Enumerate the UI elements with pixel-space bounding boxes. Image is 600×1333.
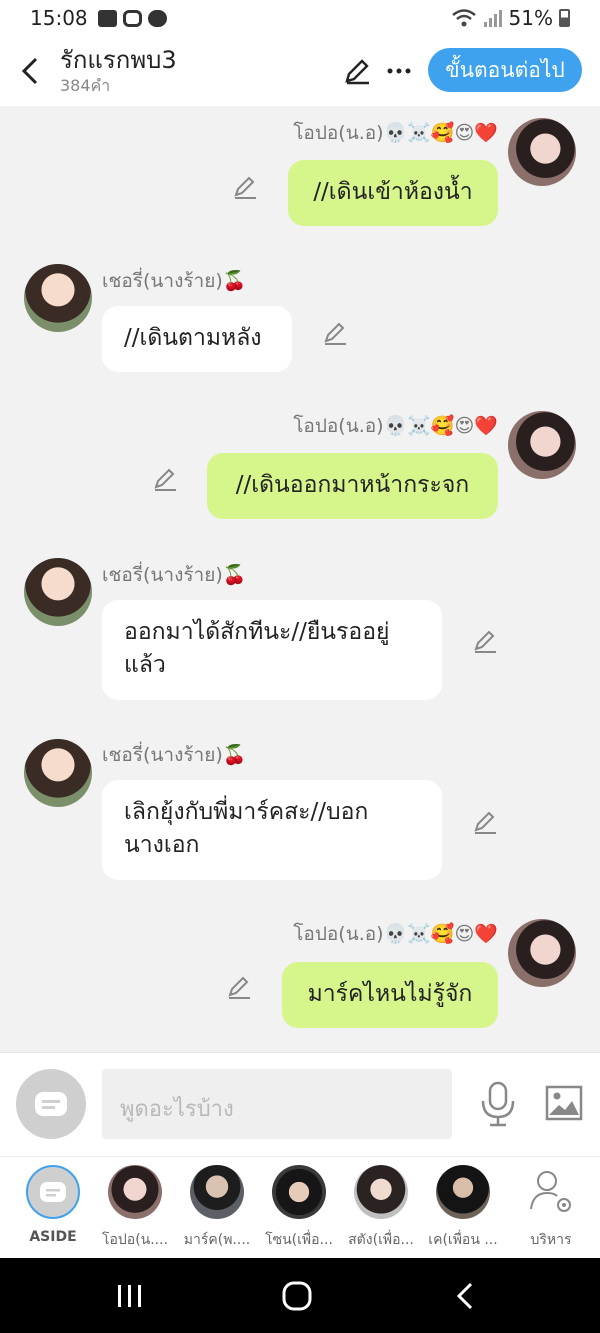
message-bubble[interactable]: //เดินเข้าห้องน้ำ (288, 160, 498, 226)
tab-aside[interactable]: ASIDE (12, 1165, 94, 1257)
tab-label: โอปอ(น.... (101, 1232, 169, 1248)
back-button[interactable] (0, 36, 60, 106)
image-icon[interactable] (545, 1085, 583, 1121)
status-time: 15:08 (30, 6, 88, 30)
message-bubble[interactable]: เลิกยุ้งกับพี่มาร์คสะ//บอกนางเอก (102, 780, 442, 880)
system-nav-bar (0, 1258, 600, 1333)
avatar[interactable] (508, 919, 576, 987)
aside-toggle-button[interactable] (16, 1069, 86, 1139)
sender-name: เชอรี่(นางร้าย)🍒 (102, 744, 247, 766)
tab-character[interactable]: สตัง(เพื่อ... (340, 1165, 422, 1257)
message-input[interactable]: พูดอะไรบ้าง (102, 1069, 452, 1139)
edit-message-icon[interactable] (322, 320, 348, 346)
character-tab-bar: ASIDE โอปอ(น.... มาร์ค(พ.... โซน(เพื่อ..… (0, 1156, 600, 1258)
more-button[interactable] (384, 36, 414, 106)
avatar (354, 1165, 408, 1219)
tab-label: สตัง(เพื่อ... (348, 1232, 414, 1248)
more-icon (387, 68, 411, 74)
user-settings-icon (530, 1171, 571, 1212)
sender-name: เชอรี่(นางร้าย)🍒 (102, 564, 247, 586)
tab-character[interactable]: มาร์ค(พ.... (176, 1165, 258, 1257)
message-bubble[interactable]: //เดินตามหลัง (102, 306, 292, 372)
sender-name: โอปอ(น.อ)💀☠️🥰😍❤️ (293, 122, 498, 144)
avatar[interactable] (24, 739, 92, 807)
page-title: รักแรกพบ3 (60, 46, 177, 74)
microphone-icon[interactable] (478, 1081, 518, 1127)
edit-message-icon[interactable] (232, 174, 258, 200)
edit-button[interactable] (340, 36, 374, 106)
avatar (108, 1165, 162, 1219)
back-nav-icon[interactable] (455, 1282, 475, 1310)
pencil-icon (345, 59, 369, 85)
word-count: 384คำ (60, 76, 111, 95)
chat-bubble-icon (26, 1165, 80, 1219)
sender-name: โอปอ(น.อ)💀☠️🥰😍❤️ (293, 923, 498, 945)
chat-bubble-icon (35, 1092, 67, 1116)
edit-message-icon[interactable] (472, 809, 498, 835)
avatar (190, 1165, 244, 1219)
avatar[interactable] (508, 118, 576, 186)
edit-message-icon[interactable] (152, 466, 178, 492)
avatar[interactable] (508, 411, 576, 479)
tab-character[interactable]: โอปอ(น.... (94, 1165, 176, 1257)
edit-message-icon[interactable] (226, 974, 252, 1000)
signal-icon (483, 10, 502, 27)
tab-label: เค(เพื่อน ... (428, 1232, 498, 1248)
tab-manage[interactable]: บริหาร (510, 1165, 592, 1257)
message-bubble[interactable]: มาร์คไหนไม่รู้จัก (282, 962, 498, 1028)
status-bar: 15:08 51% (0, 0, 600, 36)
tab-character[interactable]: เค(เพื่อน ... (422, 1165, 504, 1257)
tab-label: บริหาร (530, 1232, 572, 1248)
instagram-icon (122, 9, 142, 27)
avatar (436, 1165, 490, 1219)
status-right: 51% (451, 6, 570, 30)
avatar (272, 1165, 326, 1219)
gallery-icon (97, 9, 117, 27)
message-input-bar: พูดอะไรบ้าง (0, 1052, 600, 1156)
tab-label: โซน(เพื่อ... (265, 1232, 333, 1248)
status-notification-icons (97, 9, 167, 27)
line-app-icon (147, 9, 167, 27)
battery-percent: 51% (508, 6, 553, 30)
edit-message-icon[interactable] (472, 628, 498, 654)
recent-apps-icon[interactable] (116, 1284, 144, 1308)
tab-label: มาร์ค(พ.... (183, 1232, 251, 1248)
chat-area[interactable]: โอปอ(น.อ)💀☠️🥰😍❤️ //เดินเข้าห้องน้ำ เชอรี… (0, 106, 600, 1052)
sender-name: เชอรี่(นางร้าย)🍒 (102, 270, 247, 292)
tab-label: ASIDE (29, 1229, 77, 1245)
next-step-button[interactable]: ขั้นตอนต่อไป (428, 48, 582, 92)
avatar[interactable] (24, 558, 92, 626)
header-titles: รักแรกพบ3 384คำ (60, 45, 177, 97)
message-bubble[interactable]: ออกมาได้สักทีนะ//ยืนรออยู่แล้ว (102, 600, 442, 700)
sender-name: โอปอ(น.อ)💀☠️🥰😍❤️ (293, 415, 498, 437)
tab-character[interactable]: โซน(เพื่อ... (258, 1165, 340, 1257)
battery-icon (559, 9, 570, 27)
message-bubble[interactable]: //เดินออกมาหน้ากระจก (207, 453, 498, 519)
chat-header: รักแรกพบ3 384คำ ขั้นตอนต่อไป (0, 36, 600, 106)
chevron-left-icon (21, 57, 38, 85)
wifi-icon (451, 9, 476, 27)
home-icon[interactable] (282, 1281, 312, 1311)
avatar[interactable] (24, 264, 92, 332)
